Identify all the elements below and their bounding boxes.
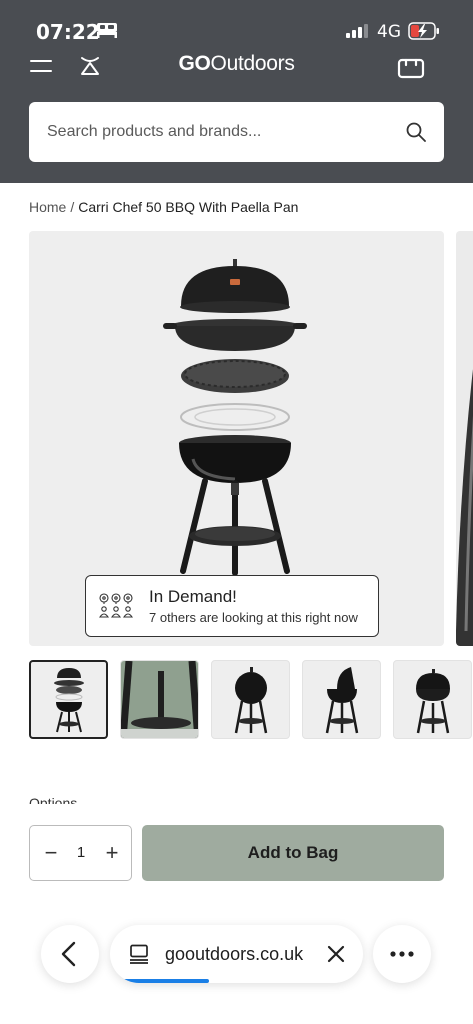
browser-bottom-bar: gooutdoors.co.uk <box>0 905 473 1024</box>
options-label: Options <box>29 795 78 804</box>
chevron-left-icon <box>61 941 76 967</box>
browser-more-button[interactable] <box>373 925 431 983</box>
breadcrumb-current: Carri Chef 50 BBQ With Paella Pan <box>78 199 299 215</box>
quantity-stepper: − 1 + <box>29 825 132 881</box>
quantity-decrease-button[interactable]: − <box>42 840 60 866</box>
in-demand-badge: In Demand! 7 others are looking at this … <box>85 575 379 637</box>
page-load-progress <box>122 979 209 983</box>
thumbnail-image <box>54 668 84 733</box>
tab-icon <box>130 944 148 964</box>
breadcrumb-separator: / <box>70 199 75 215</box>
status-time: 07:22 <box>36 20 100 44</box>
next-product-image[interactable] <box>456 231 473 646</box>
network-type: 4G <box>377 22 401 42</box>
add-to-bag-button[interactable]: Add to Bag <box>142 825 444 881</box>
browser-back-button[interactable] <box>41 925 99 983</box>
quantity-increase-button[interactable]: + <box>102 840 122 866</box>
thumbnail-strip <box>29 660 473 740</box>
site-header: 07:22 4G GOOutdoors Search products and … <box>0 0 473 183</box>
thumbnail-5[interactable] <box>393 660 472 739</box>
breadcrumb: Home / Carri Chef 50 BBQ With Paella Pan <box>29 199 298 215</box>
thumbnail-image <box>325 667 359 734</box>
bag-icon[interactable] <box>397 55 425 79</box>
bed-icon <box>97 23 117 38</box>
status-bar: 07:22 4G <box>0 0 473 50</box>
thumbnail-4[interactable] <box>302 660 381 739</box>
search-bar[interactable] <box>29 102 444 162</box>
thumbnail-3[interactable] <box>211 660 290 739</box>
thumbnail-2[interactable] <box>120 660 199 739</box>
in-demand-title: In Demand! <box>149 587 237 606</box>
next-image-preview <box>456 368 473 646</box>
battery-charging-icon <box>408 22 439 40</box>
header-nav: GOOutdoors <box>0 50 473 86</box>
browser-address-bar[interactable]: gooutdoors.co.uk <box>110 925 363 983</box>
thumbnail-image <box>234 667 268 734</box>
search-input[interactable] <box>47 102 387 162</box>
breadcrumb-home[interactable]: Home <box>29 199 66 215</box>
browser-url[interactable]: gooutdoors.co.uk <box>165 944 303 965</box>
quantity-value[interactable]: 1 <box>70 844 92 861</box>
close-icon[interactable] <box>326 944 346 964</box>
thumbnail-1[interactable] <box>29 660 108 739</box>
thumbnail-image <box>121 661 198 738</box>
more-options-icon <box>390 951 414 957</box>
people-location-icon <box>98 593 134 618</box>
search-icon[interactable] <box>406 122 426 142</box>
in-demand-subtitle: 7 others are looking at this right now <box>149 610 358 625</box>
thumbnail-image <box>416 669 450 734</box>
signal-icon <box>346 24 368 38</box>
